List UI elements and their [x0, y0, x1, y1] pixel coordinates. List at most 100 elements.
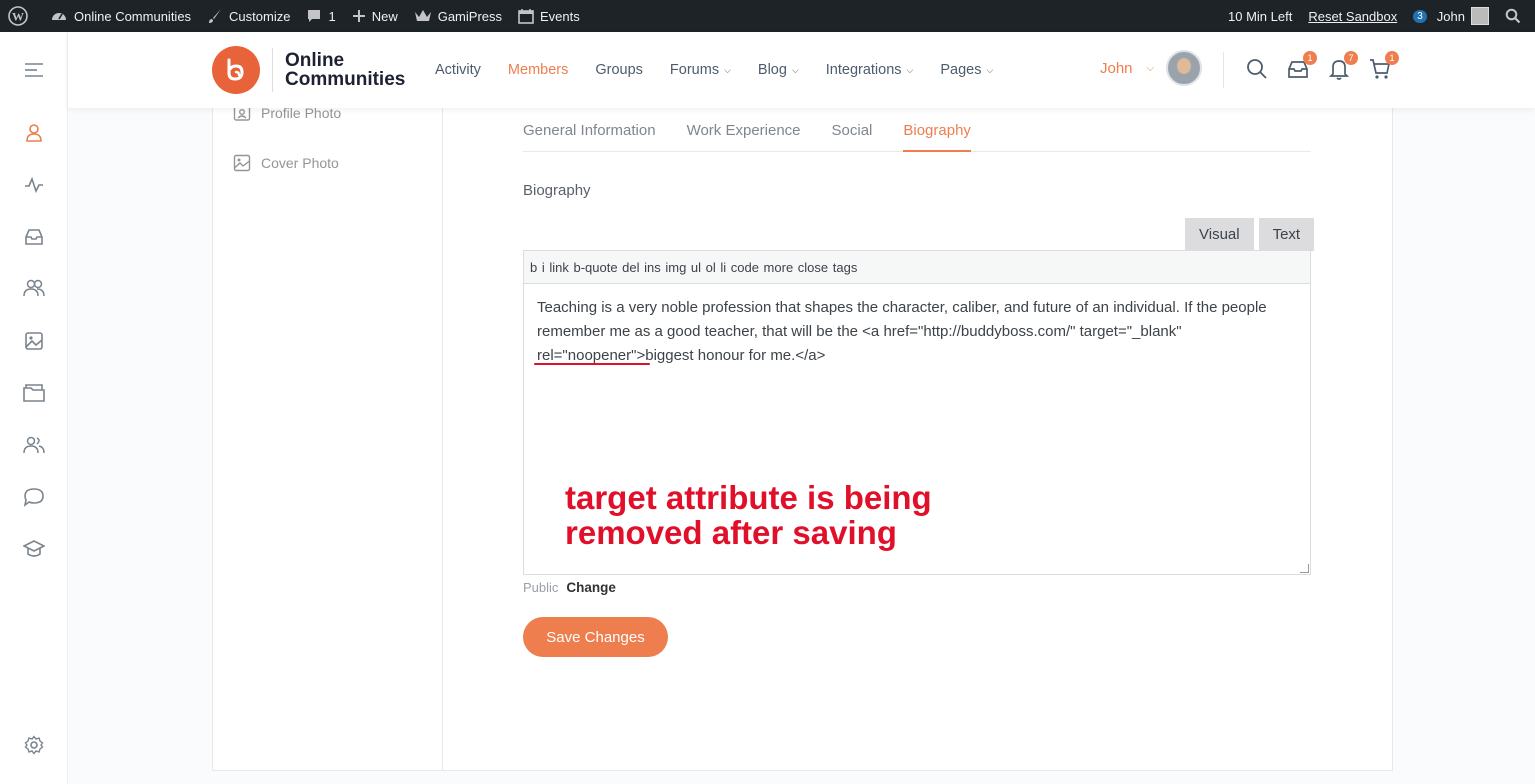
nav-pages[interactable]: Pages ⌵ — [940, 62, 993, 78]
nav-members-label: Members — [507, 62, 569, 78]
profile-edit-sidebar: Profile Photo Cover Photo — [213, 105, 443, 770]
chevron-down-icon: ⌵ — [906, 64, 914, 75]
groups-icon[interactable] — [22, 433, 46, 457]
admin-search-button[interactable] — [1497, 0, 1535, 32]
editor-mode-tabs: Visual Text — [1180, 218, 1315, 251]
forums-icon[interactable] — [22, 485, 46, 509]
comments-count: 1 — [328, 8, 336, 24]
account-avatar — [1471, 7, 1489, 25]
nav-members[interactable]: Members — [508, 62, 568, 78]
profile-icon[interactable] — [22, 121, 46, 145]
events-link[interactable]: Events — [510, 0, 588, 32]
calendar-icon — [518, 9, 534, 24]
logo-divider — [272, 48, 273, 92]
sidebar-item-cover-photo[interactable]: Cover Photo — [233, 154, 339, 172]
left-rail — [0, 32, 68, 784]
nav-groups[interactable]: Groups — [595, 62, 643, 78]
visual-tab-button[interactable]: Visual — [1185, 218, 1254, 251]
nav-forums[interactable]: Forums ⌵ — [670, 62, 731, 78]
nav-blog-label: Blog — [757, 62, 787, 78]
nav-forums-label: Forums — [669, 62, 720, 78]
biography-field-label: Biography — [523, 182, 591, 199]
save-changes-button[interactable]: Save Changes — [523, 617, 668, 657]
profile-tabs: General Information Work Experience Soci… — [523, 108, 1311, 152]
quicktags-toolbar[interactable]: b i link b-quote del ins img ul ol li co… — [523, 250, 1311, 284]
events-label: Events — [540, 8, 580, 24]
avatar — [1166, 50, 1203, 86]
notifications-button[interactable]: 7 — [1328, 51, 1358, 80]
inbox-icon[interactable] — [22, 225, 46, 249]
dashboard-icon — [52, 13, 66, 20]
user-name: John — [1100, 59, 1133, 77]
annotation-line2: removed after saving — [565, 514, 897, 551]
nav-groups-label: Groups — [595, 62, 643, 78]
user-menu[interactable]: John ⌵ — [1100, 50, 1203, 86]
messages-button[interactable]: 1 — [1287, 51, 1317, 80]
notifications-badge: 7 — [1344, 51, 1358, 65]
search-icon — [1247, 59, 1267, 79]
biography-text: Teaching is a very noble profession that… — [537, 299, 1267, 364]
search-icon — [1505, 8, 1521, 24]
time-left: 10 Min Left — [1220, 0, 1300, 32]
activity-icon[interactable] — [22, 173, 46, 197]
connections-icon[interactable] — [22, 276, 46, 300]
resize-handle[interactable] — [1300, 564, 1309, 573]
chevron-down-icon: ⌵ — [791, 64, 799, 75]
site-name-label: Online Communities — [74, 8, 192, 24]
site-logo[interactable]: Online Communities — [212, 46, 405, 94]
messages-badge: 1 — [1303, 51, 1317, 65]
biography-textarea[interactable]: Teaching is a very noble profession that… — [523, 283, 1311, 575]
comment-icon — [308, 10, 321, 22]
tab-work-experience[interactable]: Work Experience — [687, 108, 801, 152]
courses-icon[interactable] — [22, 537, 46, 561]
plus-icon — [352, 10, 365, 22]
cart-button[interactable]: 1 — [1369, 51, 1399, 80]
notification-badge: 3 — [1413, 9, 1427, 23]
cart-badge: 1 — [1385, 51, 1399, 65]
menu-toggle-icon[interactable] — [22, 58, 46, 82]
gamipress-label: GamiPress — [437, 8, 503, 24]
nav-pages-label: Pages — [940, 62, 982, 78]
reset-sandbox-link[interactable]: Reset Sandbox — [1300, 0, 1405, 32]
primary-nav: Activity Members Groups Forums ⌵ Blog ⌵ In… — [435, 32, 1020, 108]
nav-blog[interactable]: Blog ⌵ — [758, 62, 799, 78]
annotation-underline — [534, 363, 650, 365]
new-label: New — [371, 8, 398, 24]
tab-social[interactable]: Social — [832, 108, 873, 152]
tab-general-information[interactable]: General Information — [523, 108, 656, 152]
customize-link[interactable]: Customize — [199, 0, 298, 32]
customize-label: Customize — [229, 8, 291, 24]
chevron-down-icon: ⌵ — [986, 64, 994, 75]
visibility-change-link[interactable]: Change — [566, 580, 616, 595]
visibility-label: Public — [523, 580, 559, 595]
photos-icon[interactable] — [22, 329, 46, 353]
logo-text-line2: Communities — [285, 69, 406, 90]
documents-icon[interactable] — [22, 381, 46, 405]
logo-mark-icon — [212, 46, 260, 94]
wordpress-icon: W — [8, 6, 28, 26]
site-header: Online Communities Activity Members Grou… — [68, 32, 1535, 108]
tab-biography[interactable]: Biography — [903, 108, 971, 152]
header-search-button[interactable] — [1246, 58, 1268, 80]
svg-text:W: W — [12, 10, 24, 24]
wordpress-logo-button[interactable]: W — [0, 0, 42, 32]
annotation-text: target attribute is being removed after … — [565, 480, 932, 550]
nav-integrations[interactable]: Integrations ⌵ — [826, 62, 914, 78]
nav-activity[interactable]: Activity — [435, 62, 481, 78]
settings-gear-icon[interactable] — [22, 733, 46, 757]
cover-photo-icon — [233, 154, 251, 172]
nav-integrations-label: Integrations — [825, 62, 902, 78]
sidebar-item-label: Cover Photo — [261, 155, 339, 171]
new-content-link[interactable]: New — [344, 0, 406, 32]
site-name-link[interactable]: Online Communities — [42, 0, 199, 32]
crown-icon — [414, 10, 431, 21]
profile-edit-card: Profile Photo Cover Photo General Inform… — [212, 105, 1393, 771]
gamipress-link[interactable]: GamiPress — [406, 0, 510, 32]
annotation-line1: target attribute is being — [565, 479, 932, 516]
nav-activity-label: Activity — [435, 62, 481, 78]
comments-link[interactable]: 1 — [298, 0, 343, 32]
time-left-label: 10 Min Left — [1228, 8, 1293, 24]
account-menu[interactable]: 3 John — [1405, 0, 1497, 32]
text-tab-button[interactable]: Text — [1258, 218, 1315, 251]
account-name: John — [1436, 8, 1465, 24]
